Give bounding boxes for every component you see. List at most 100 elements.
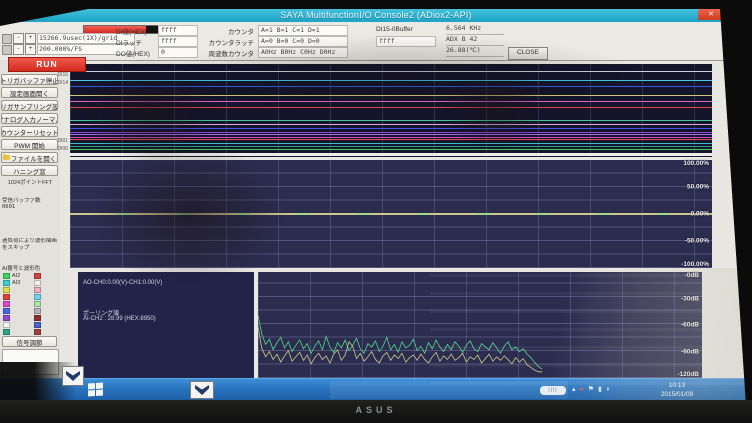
freq-counter-label: 周波数カウンタ — [184, 48, 254, 58]
legend-swatch — [3, 294, 10, 300]
legend-channel-label: AI2 — [12, 273, 31, 279]
legend-row: AI3 — [0, 279, 60, 286]
tray-icon-2[interactable]: ● — [580, 384, 584, 396]
digital-signal-line — [70, 86, 712, 87]
taskbar-item[interactable] — [330, 381, 568, 399]
status-header: - + 15266.9usec(1X)/grid - + 200.000%/FS… — [0, 22, 752, 61]
di-buffer-value: ffff — [376, 36, 436, 47]
axis-label: -50.00% — [685, 238, 709, 245]
sidebar-button-label: アナログ入力ノーマル — [1, 114, 58, 124]
fft-spectrum-chart: -0dB-30dB-60dB-90dB-120dB — [258, 272, 702, 378]
digital-signal-line — [70, 137, 712, 138]
legend-swatch — [3, 301, 10, 307]
di-gutter-dots: ⋮ — [63, 104, 68, 110]
system-tray: ▴ ● ⚑ ▮ ◗ — [572, 384, 610, 396]
digital-signal-line — [70, 143, 712, 144]
legend-swatch — [34, 322, 41, 328]
di-latch-label: DIラッチ — [116, 37, 142, 47]
close-icon[interactable]: ✕ — [698, 9, 724, 20]
legend-swatch — [3, 329, 10, 335]
sidebar-button-2[interactable]: 設定画面開く — [1, 87, 58, 98]
digital-signal-line — [70, 107, 712, 108]
sidebar: 1024ポイントFFT 受信バッファ数 0601 過負荷により波形描画をスキップ… — [0, 60, 60, 378]
sidebar-button-label: 設定画面開く — [10, 88, 49, 98]
tray-icon-4[interactable]: ▮ — [598, 384, 602, 396]
fft-trace-AI3 — [258, 327, 542, 372]
ao-channels-value: AO-CH0:0.00(V)-CH1:0.00(V) — [83, 280, 162, 286]
counter-latch-label: カウンタラッチ — [184, 37, 254, 47]
axis-label: 50.00% — [687, 184, 709, 191]
legend-swatch — [34, 273, 41, 279]
time-scale-minus-button[interactable]: - — [13, 33, 24, 44]
legend-row — [0, 286, 60, 293]
signal-list-box[interactable] — [2, 349, 59, 375]
taskbar-clock[interactable]: 10:13 2015/01/09 — [648, 381, 706, 399]
legend-swatch — [3, 315, 10, 321]
legend-swatch — [3, 308, 10, 314]
analog-trace — [70, 213, 712, 215]
digital-signal-line — [70, 101, 712, 102]
application-window: SAYA MultifunctionI/O Console2 (ADiox2-A… — [0, 8, 752, 400]
time-scale-icon — [2, 34, 12, 44]
sidebar-button-8[interactable]: ハニング窓 — [1, 165, 58, 176]
polling-value: AI-CH2 : 28.99 (HEX:8950) — [83, 316, 156, 322]
digital-signal-line — [70, 134, 712, 135]
di-buffer-label: DI15-0Buffer — [376, 26, 413, 33]
app-logo-icon — [195, 385, 209, 395]
desktop-app-icon[interactable] — [62, 366, 84, 386]
axis-label: -0dB — [685, 272, 699, 279]
axis-label: -90dB — [681, 348, 699, 355]
tray-icon-3[interactable]: ⚑ — [588, 384, 594, 396]
digital-signal-line — [70, 95, 712, 96]
fft-traces — [258, 272, 702, 378]
fft-mode-label: 1024ポイントFFT — [2, 178, 58, 186]
legend-swatch — [3, 273, 10, 279]
tray-icon-1[interactable]: ▴ — [572, 384, 576, 396]
tray-meter-icon[interactable]: |||| — [540, 386, 566, 395]
digital-signal-line — [70, 128, 712, 129]
legend-swatch — [3, 280, 10, 286]
sidebar-button-4[interactable]: アナログ入力ノーマル — [1, 113, 58, 124]
amplitude-scale-plus-button[interactable]: + — [25, 44, 36, 55]
laptop-photo: SAYA MultifunctionI/O Console2 (ADiox2-A… — [0, 0, 752, 423]
legend-swatch — [3, 322, 10, 328]
legend-row — [0, 321, 60, 328]
fft-trace-AI2 — [258, 315, 542, 369]
legend-swatch — [34, 287, 41, 293]
sidebar-button-label: PWM 開始 — [14, 140, 45, 150]
sidebar-button-label: トリガサンプリング設定 — [1, 101, 58, 111]
digital-signal-line — [70, 153, 712, 156]
counter-latch-value: A=0 B=0 C=0 D=0 — [258, 36, 348, 47]
digital-signal-line — [70, 149, 712, 150]
clock-time: 10:13 — [648, 381, 706, 390]
axis-label: 0.00% — [691, 211, 709, 218]
legend-swatch — [34, 301, 41, 307]
legend-swatch — [34, 315, 41, 321]
sidebar-button-5[interactable]: カウンターリセット — [1, 126, 58, 137]
legend-swatch — [34, 329, 41, 335]
di-channel-label: DI00 — [57, 146, 68, 152]
rx-buffer-value: 0601 — [2, 204, 58, 210]
time-scale-plus-button[interactable]: + — [25, 33, 36, 44]
legend-row — [0, 307, 60, 314]
run-button[interactable]: RUN — [8, 57, 86, 72]
taskbar-app-icon[interactable] — [190, 381, 214, 399]
axis-label: -100.00% — [681, 261, 709, 268]
windows-start-icon[interactable] — [88, 382, 103, 396]
sidebar-button-1[interactable]: トリガバッファ停止 — [1, 74, 58, 85]
sidebar-button-7[interactable]: ファイルを開く — [1, 152, 58, 163]
digital-signal-line — [70, 139, 712, 140]
amplitude-scale-icon — [2, 45, 12, 55]
signal-adjust-button[interactable]: 信号調節 — [2, 336, 57, 347]
sidebar-button-6[interactable]: PWM 開始 — [1, 139, 58, 150]
legend-swatch — [34, 280, 41, 286]
tray-icon-5[interactable]: ◗ — [606, 384, 610, 396]
legend-swatch — [34, 308, 41, 314]
amplitude-scale-minus-button[interactable]: - — [13, 44, 24, 55]
sidebar-button-3[interactable]: トリガサンプリング設定 — [1, 100, 58, 111]
di-channel-label: DI14 — [57, 80, 68, 86]
legend-row — [0, 293, 60, 300]
close-button[interactable]: CLOSE — [508, 47, 548, 60]
overload-note: 過負荷により波形描画をスキップ — [2, 238, 58, 254]
sidebar-button-label: ファイルを開く — [11, 153, 57, 163]
